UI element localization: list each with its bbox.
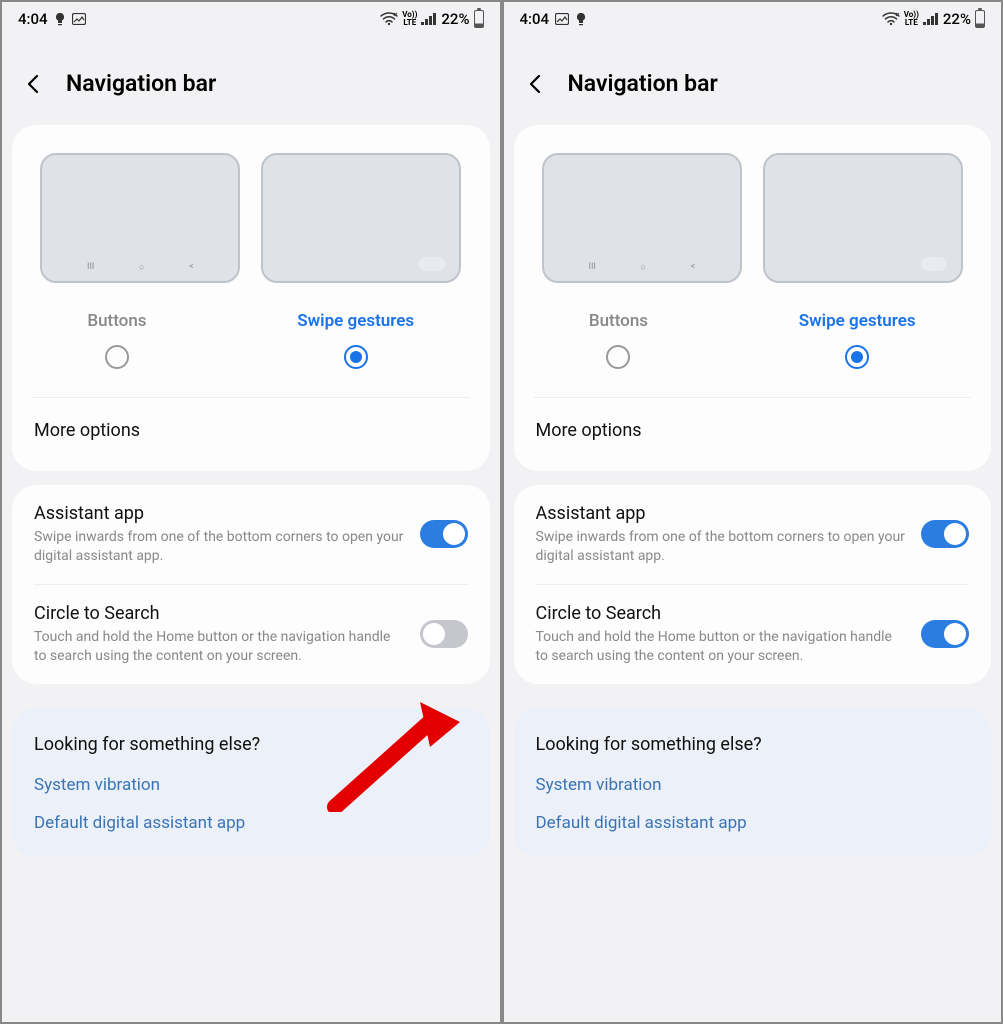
wifi-icon	[380, 12, 398, 26]
radio-swipe[interactable]	[845, 345, 869, 369]
assistant-title: Assistant app	[34, 503, 406, 524]
assistant-desc: Swipe inwards from one of the bottom cor…	[536, 528, 908, 566]
preview-buttons[interactable]: III○<	[542, 153, 742, 283]
assistant-app-row[interactable]: Assistant app Swipe inwards from one of …	[12, 485, 490, 584]
circle-toggle[interactable]	[420, 620, 468, 648]
preview-swipe[interactable]	[763, 153, 963, 283]
more-options-row[interactable]: More options	[12, 398, 490, 471]
image-icon	[72, 13, 86, 25]
radio-buttons[interactable]	[606, 345, 630, 369]
assistant-toggle[interactable]	[420, 520, 468, 548]
assistant-toggle[interactable]	[921, 520, 969, 548]
circle-title: Circle to Search	[34, 603, 406, 624]
page-title: Navigation bar	[66, 70, 216, 97]
phone-screen-right: 4:04 Vo))LTE 22% Navigation ba	[502, 0, 1003, 1024]
nav-type-option-buttons[interactable]: Buttons	[87, 311, 146, 369]
circle-to-search-row[interactable]: Circle to Search Touch and hold the Home…	[514, 585, 992, 684]
preview-nav-icons: III○<	[544, 262, 740, 273]
page-header: Navigation bar	[2, 36, 500, 125]
status-time: 4:04	[520, 10, 550, 28]
assistant-desc: Swipe inwards from one of the bottom cor…	[34, 528, 406, 566]
preview-nav-icons: III○<	[42, 262, 238, 273]
wifi-icon	[882, 12, 900, 26]
nav-type-option-swipe[interactable]: Swipe gestures	[297, 311, 414, 369]
looking-title: Looking for something else?	[34, 734, 468, 755]
looking-card: Looking for something else? System vibra…	[514, 708, 992, 857]
more-options-label: More options	[34, 420, 140, 441]
status-bar: 4:04 Vo))LTE 22%	[504, 2, 1002, 36]
nav-type-option-swipe[interactable]: Swipe gestures	[799, 311, 916, 369]
phone-screen-left: 4:04 Vo))LTE 22% Navigation ba	[0, 0, 502, 1024]
page-header: Navigation bar	[504, 36, 1002, 125]
circle-to-search-row[interactable]: Circle to Search Touch and hold the Home…	[12, 585, 490, 684]
circle-desc: Touch and hold the Home button or the na…	[536, 628, 908, 666]
link-system-vibration[interactable]: System vibration	[34, 775, 468, 795]
battery-percent: 22%	[943, 10, 971, 28]
circle-toggle[interactable]	[921, 620, 969, 648]
back-button[interactable]	[22, 72, 46, 96]
volte-icon: Vo))LTE	[402, 11, 417, 27]
link-default-assistant[interactable]: Default digital assistant app	[536, 813, 970, 833]
link-system-vibration[interactable]: System vibration	[536, 775, 970, 795]
nav-type-buttons-label: Buttons	[589, 311, 648, 331]
page-title: Navigation bar	[568, 70, 718, 97]
nav-type-card: III○< Buttons Swipe gestures More option…	[12, 125, 490, 471]
assistant-title: Assistant app	[536, 503, 908, 524]
more-options-row[interactable]: More options	[514, 398, 992, 471]
status-time: 4:04	[18, 10, 48, 28]
image-icon	[555, 13, 569, 25]
battery-icon	[474, 10, 484, 28]
signal-icon	[923, 13, 939, 25]
looking-title: Looking for something else?	[536, 734, 970, 755]
lightbulb-icon	[54, 12, 66, 26]
preview-buttons[interactable]: III○<	[40, 153, 240, 283]
radio-swipe[interactable]	[344, 345, 368, 369]
nav-type-swipe-label: Swipe gestures	[799, 311, 916, 331]
assistant-app-row[interactable]: Assistant app Swipe inwards from one of …	[514, 485, 992, 584]
nav-type-buttons-label: Buttons	[87, 311, 146, 331]
nav-type-swipe-label: Swipe gestures	[297, 311, 414, 331]
battery-icon	[975, 10, 985, 28]
nav-type-option-buttons[interactable]: Buttons	[589, 311, 648, 369]
looking-card: Looking for something else? System vibra…	[12, 708, 490, 857]
preview-gesture-pill-icon	[419, 257, 445, 271]
circle-desc: Touch and hold the Home button or the na…	[34, 628, 406, 666]
status-bar: 4:04 Vo))LTE 22%	[2, 2, 500, 36]
circle-title: Circle to Search	[536, 603, 908, 624]
battery-percent: 22%	[441, 10, 469, 28]
lightbulb-icon	[575, 12, 587, 26]
nav-type-card: III○< Buttons Swipe gestures More option…	[514, 125, 992, 471]
signal-icon	[421, 13, 437, 25]
radio-buttons[interactable]	[105, 345, 129, 369]
back-button[interactable]	[524, 72, 548, 96]
preview-swipe[interactable]	[261, 153, 461, 283]
more-options-label: More options	[536, 420, 642, 441]
toggles-card: Assistant app Swipe inwards from one of …	[12, 485, 490, 684]
preview-gesture-pill-icon	[921, 257, 947, 271]
link-default-assistant[interactable]: Default digital assistant app	[34, 813, 468, 833]
toggles-card: Assistant app Swipe inwards from one of …	[514, 485, 992, 684]
volte-icon: Vo))LTE	[904, 11, 919, 27]
